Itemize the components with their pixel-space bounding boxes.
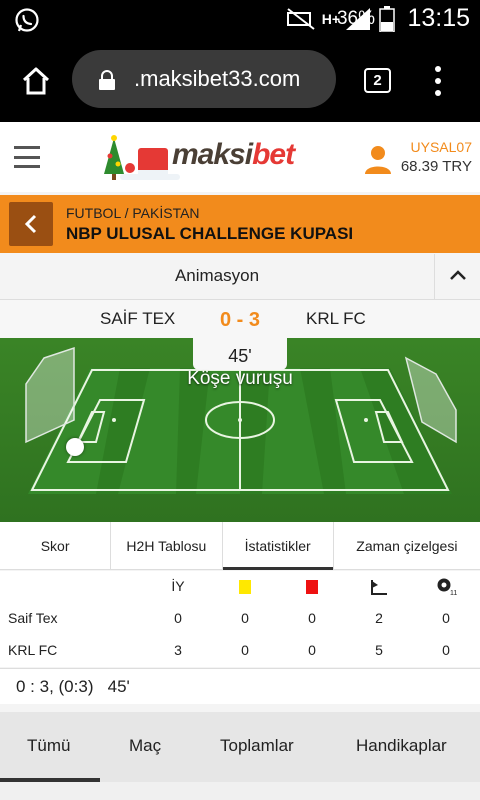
stats-header-row: İY 11 — [0, 571, 480, 603]
stat-value: 0 — [308, 642, 316, 658]
tab-score[interactable]: Skor — [0, 522, 112, 569]
site-header: maksibet UYSAL07 68.39 TRY — [0, 122, 480, 192]
stat-value: 3 — [174, 642, 182, 658]
match-score: 0 - 3 — [219, 309, 261, 331]
clock: 13:15 — [407, 4, 470, 32]
collapse-animation-button[interactable] — [434, 254, 480, 300]
christmas-decoration-icon — [104, 135, 180, 180]
stat-value: 5 — [375, 642, 383, 658]
ball-icon — [66, 438, 84, 456]
match-minute: 45' — [193, 338, 287, 370]
tab-timeline[interactable]: Zaman çizelgesi — [334, 522, 480, 569]
stat-value: 2 — [375, 610, 383, 626]
tab-h2h-table[interactable]: H2H Tablosu — [111, 522, 223, 569]
red-card-icon — [306, 580, 318, 594]
tab-switcher-button[interactable]: 2 — [364, 68, 391, 93]
stat-value: 0 — [241, 610, 249, 626]
lock-icon — [99, 70, 115, 90]
stat-value: 0 — [308, 610, 316, 626]
svg-text:11: 11 — [450, 590, 457, 596]
away-team-name: KRL FC — [306, 309, 366, 328]
stat-value: 0 — [442, 610, 450, 626]
stats-row-away: KRL FC 3 0 0 5 0 — [0, 635, 480, 667]
stat-tabs: Skor H2H Tablosu İstatistikler Zaman çiz… — [0, 522, 480, 570]
stats-team-name: KRL FC — [8, 642, 58, 658]
tab-handicap-markets[interactable]: Handikaplar — [356, 736, 447, 756]
match-status-text: 0 : 3, (0:3) 45' — [16, 677, 130, 696]
home-team-name: SAİF TEX — [100, 309, 176, 328]
yellow-card-icon — [239, 580, 251, 594]
browser-menu-icon[interactable] — [434, 66, 442, 96]
match-status-line: 0 : 3, (0:3) 45' — [0, 668, 480, 704]
site-logo[interactable]: maksibet — [100, 134, 304, 182]
account-balance: 68.39 TRY — [400, 158, 472, 175]
market-tabs: Tümü Maç Toplamlar Handikaplar — [0, 712, 480, 782]
tab-all-markets[interactable]: Tümü — [27, 736, 70, 756]
stat-value: 0 — [442, 642, 450, 658]
menu-icon[interactable] — [14, 146, 40, 168]
tab-totals-markets[interactable]: Toplamlar — [220, 736, 294, 756]
logo-text-maksi: maksi — [172, 138, 253, 171]
tab-match-markets[interactable]: Maç — [129, 736, 161, 756]
live-event-text: Köşe vuruşu — [187, 368, 293, 389]
score-row: SAİF TEX 0 - 3 KRL FC — [0, 300, 480, 338]
chevron-up-icon — [450, 270, 466, 280]
address-bar[interactable]: .maksibet33.com — [72, 50, 336, 108]
url-text: .maksibet33.com — [134, 66, 301, 91]
whatsapp-icon — [15, 8, 39, 32]
username[interactable]: UYSAL07 — [411, 139, 472, 155]
user-icon[interactable] — [364, 144, 392, 174]
halftime-column-header: İY — [171, 578, 185, 594]
stat-value: 0 — [241, 642, 249, 658]
animation-panel-header: Animasyon — [0, 254, 480, 300]
event-header: FUTBOL / PAKİSTAN NBP ULUSAL CHALLENGE K… — [0, 195, 480, 253]
penalty-ball-icon: 11 — [437, 578, 457, 596]
status-bar: H+ 36% 13:15 — [0, 0, 480, 38]
home-icon[interactable] — [20, 65, 52, 97]
stats-team-name: Saif Tex — [8, 610, 58, 626]
statistics-table: İY 11 Saif Tex 0 0 0 2 0 KRL FC 3 0 0 5 … — [0, 571, 480, 667]
stat-value: 0 — [174, 610, 182, 626]
content-edge — [0, 782, 480, 800]
sport-breadcrumb: FUTBOL / PAKİSTAN — [66, 205, 200, 221]
browser-toolbar: .maksibet33.com 2 — [0, 38, 480, 122]
battery-percent: 36% — [336, 8, 375, 29]
logo-text-bet: bet — [252, 138, 295, 171]
animation-title: Animasyon — [174, 266, 260, 285]
tab-statistics[interactable]: İstatistikler — [222, 522, 334, 570]
chevron-left-icon — [24, 214, 37, 234]
corner-flag-icon — [371, 580, 387, 595]
league-title: NBP ULUSAL CHALLENGE KUPASI — [66, 224, 354, 243]
back-button[interactable] — [9, 202, 53, 246]
stats-row-home: Saif Tex 0 0 0 2 0 — [0, 603, 480, 635]
battery-icon — [379, 6, 395, 32]
mute-icon — [286, 8, 315, 30]
match-animation-pitch: 45' Köşe vuruşu — [0, 338, 480, 522]
